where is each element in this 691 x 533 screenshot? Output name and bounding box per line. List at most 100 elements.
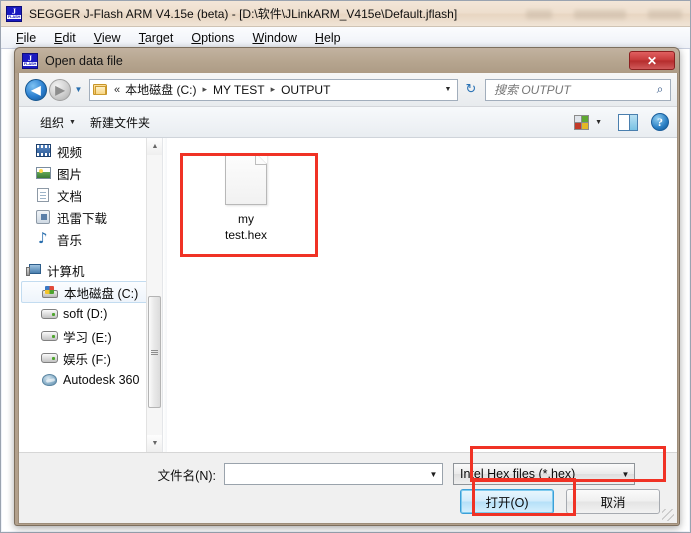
dialog-title-text: Open data file [45, 53, 123, 68]
breadcrumb-item-drive[interactable]: 本地磁盘 (C:) [123, 80, 198, 99]
drive-icon [41, 350, 58, 366]
dialog-jflash-icon: J FLASH [22, 52, 38, 69]
chevron-down-icon: ▼ [595, 118, 602, 126]
list-item[interactable]: my test.hex [197, 150, 295, 246]
chevron-down-icon[interactable]: ▼ [441, 80, 455, 100]
help-icon[interactable]: ? [651, 113, 669, 131]
dialog-footer: 文件名(N): ▼ Intel Hex files (*.hex) ▼ 打开(O… [19, 452, 677, 523]
file-type-filter-combobox[interactable]: Intel Hex files (*.hex) ▼ [453, 463, 635, 485]
thunder-download-icon [35, 209, 52, 225]
sidebar-item-thunder-download[interactable]: 迅雷下载 [19, 206, 162, 228]
blurred-text-chip [526, 9, 552, 19]
open-file-dialog: J FLASH Open data file ✕ ◀ ▶ ▼ « 本地磁盘 (C… [14, 47, 680, 526]
dialog-body: ◀ ▶ ▼ « 本地磁盘 (C:) ▸ MY TEST ▸ OUTPUT ▼ ↻… [18, 73, 678, 524]
menu-item-options[interactable]: Options [182, 29, 243, 47]
sidebar-item-label: 娱乐 (F:) [63, 352, 111, 367]
filename-label: 文件名(N): [157, 468, 216, 483]
view-mode-button[interactable]: ▼ [570, 113, 606, 132]
scroll-down-icon[interactable]: ▼ [147, 435, 162, 452]
open-button[interactable]: 打开(O) [460, 489, 554, 514]
chevron-down-icon[interactable]: ▼ [617, 464, 634, 484]
sidebar-item-label: 视频 [57, 145, 83, 160]
app-menu-bar: File Edit View Target Options Window Hel… [1, 27, 690, 49]
navigation-pane: 视频 图片 文档 迅雷下载 ♪ 音乐 计算机 本地磁盘 (C:) soft (D… [19, 138, 162, 452]
cancel-button[interactable]: 取消 [566, 489, 660, 514]
filename-input[interactable] [229, 466, 425, 482]
breadcrumb-item-output[interactable]: OUTPUT [279, 82, 332, 98]
dialog-icon-word: FLASH [22, 61, 38, 66]
scroll-up-icon[interactable]: ▲ [147, 138, 162, 155]
breadcrumb-overflow[interactable]: « [111, 84, 123, 96]
title-bar-blurred-region [477, 6, 682, 22]
sidebar-item-label: 本地磁盘 (C:) [64, 286, 139, 301]
refresh-icon[interactable]: ↻ [460, 79, 482, 101]
breadcrumb-separator-icon[interactable]: ▸ [267, 84, 280, 95]
back-arrow-icon[interactable]: ◀ [25, 78, 47, 101]
navigation-bar: ◀ ▶ ▼ « 本地磁盘 (C:) ▸ MY TEST ▸ OUTPUT ▼ ↻… [19, 73, 677, 107]
navigation-pane-scrollbar[interactable]: ▲ ▼ [146, 138, 162, 452]
sidebar-item-soft-d[interactable]: soft (D:) [19, 303, 162, 325]
sidebar-item-documents[interactable]: 文档 [19, 184, 162, 206]
documents-library-icon [35, 187, 52, 203]
sidebar-item-label: Autodesk 360 [63, 373, 140, 387]
filename-combobox[interactable]: ▼ [224, 463, 443, 485]
sidebar-item-local-disk-c[interactable]: 本地磁盘 (C:) [21, 281, 160, 303]
address-bar[interactable]: « 本地磁盘 (C:) ▸ MY TEST ▸ OUTPUT ▼ [89, 78, 458, 101]
resize-grip[interactable] [662, 509, 674, 521]
command-toolbar: 组织 ▼ 新建文件夹 ▼ ? [19, 107, 677, 138]
menu-item-target[interactable]: Target [130, 29, 183, 47]
sidebar-item-label: 文档 [57, 189, 83, 204]
sidebar-item-label: 学习 (E:) [63, 330, 112, 345]
sidebar-item-videos[interactable]: 视频 [19, 140, 162, 162]
search-input[interactable] [492, 81, 653, 98]
chevron-down-icon[interactable]: ▼ [72, 79, 85, 101]
autodesk-360-icon [41, 372, 58, 388]
sidebar-item-music[interactable]: 音乐 [19, 228, 162, 250]
filename-row: 文件名(N): ▼ Intel Hex files (*.hex) ▼ [19, 462, 677, 486]
video-library-icon [35, 143, 52, 159]
forward-arrow-glyph: ▶ [55, 82, 65, 97]
navigation-tree: 视频 图片 文档 迅雷下载 ♪ 音乐 计算机 本地磁盘 (C:) soft (D… [19, 138, 162, 391]
folder-icon [93, 83, 108, 96]
jflash-app-icon: J FLASH [6, 5, 22, 22]
chevron-down-icon[interactable]: ▼ [425, 464, 442, 484]
scrollbar-thumb[interactable] [148, 296, 161, 408]
drive-icon [41, 328, 58, 344]
new-folder-label: 新建文件夹 [89, 115, 150, 130]
drive-icon [41, 306, 58, 322]
generic-file-icon [225, 153, 267, 205]
breadcrumb-separator-icon[interactable]: ▸ [198, 84, 211, 95]
view-mode-grid-icon [574, 114, 590, 130]
organize-button[interactable]: 组织 ▼ [33, 111, 83, 134]
menu-item-help[interactable]: Help [306, 29, 350, 47]
sidebar-item-study-e[interactable]: 学习 (E:) [19, 325, 162, 347]
preview-pane-icon[interactable] [618, 113, 638, 131]
sidebar-item-entertainment-f[interactable]: 娱乐 (F:) [19, 347, 162, 369]
forward-arrow-icon[interactable]: ▶ [49, 78, 71, 101]
pictures-library-icon [35, 165, 52, 181]
blurred-text-chip [648, 9, 682, 19]
sidebar-item-label: soft (D:) [63, 307, 108, 321]
main-application-window: J FLASH SEGGER J-Flash ARM V4.15e (beta)… [0, 0, 691, 533]
computer-icon [25, 262, 42, 278]
blurred-text-chip [574, 9, 626, 19]
menu-item-window[interactable]: Window [243, 29, 305, 47]
nav-group-gap [19, 250, 162, 259]
sidebar-item-label: 迅雷下载 [57, 211, 108, 226]
music-library-icon [35, 229, 52, 247]
sidebar-item-label: 音乐 [57, 233, 83, 248]
file-list-pane[interactable]: my test.hex [167, 138, 677, 452]
search-box[interactable]: ⌕ [485, 78, 671, 101]
system-drive-icon [42, 284, 59, 300]
menu-item-view[interactable]: View [85, 29, 130, 47]
menu-item-file[interactable]: File [7, 29, 45, 47]
sidebar-item-computer[interactable]: 计算机 [19, 259, 162, 281]
close-icon[interactable]: ✕ [629, 51, 675, 70]
sidebar-item-pictures[interactable]: 图片 [19, 162, 162, 184]
app-title-bar: J FLASH SEGGER J-Flash ARM V4.15e (beta)… [1, 1, 690, 27]
sidebar-item-autodesk-360[interactable]: Autodesk 360 [19, 369, 162, 391]
breadcrumb-item-mytest[interactable]: MY TEST [211, 82, 267, 98]
menu-item-edit[interactable]: Edit [45, 29, 85, 47]
new-folder-button[interactable]: 新建文件夹 [83, 111, 157, 134]
back-arrow-glyph: ◀ [31, 82, 41, 97]
